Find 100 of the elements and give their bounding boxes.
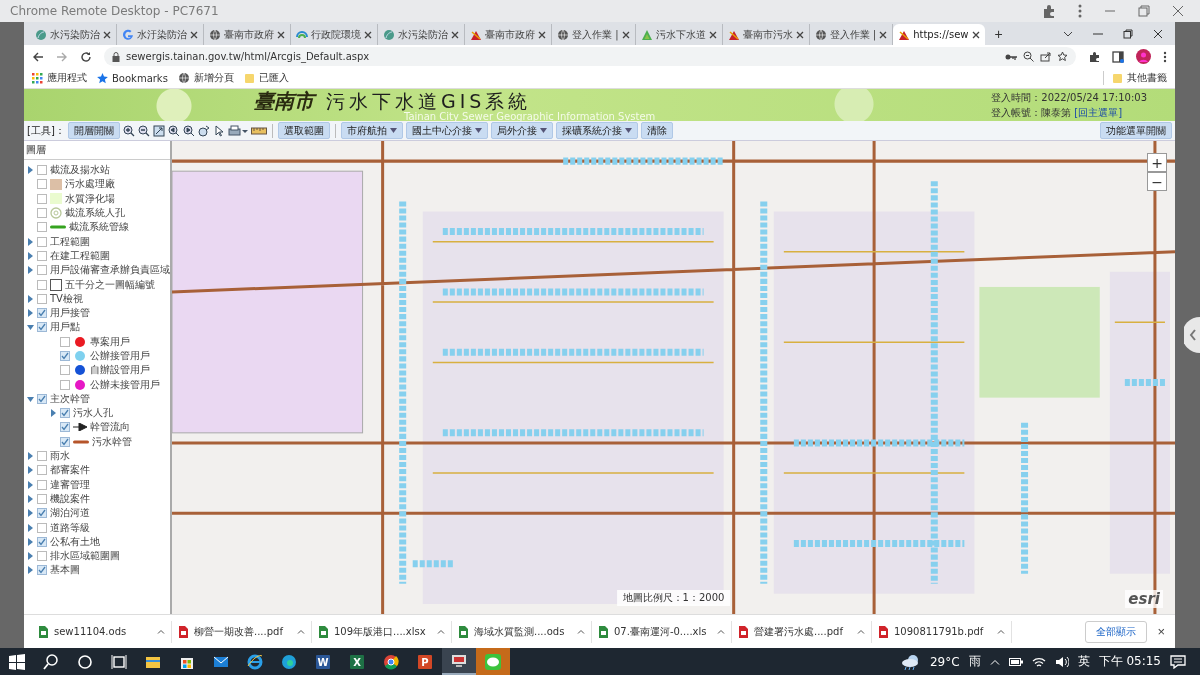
download-item[interactable]: 海域水質監測....ods	[452, 620, 592, 643]
checkbox[interactable]	[60, 351, 70, 361]
browser-tab[interactable]: 臺南市污水	[722, 24, 810, 45]
battery-icon[interactable]	[1008, 656, 1023, 667]
checkbox[interactable]	[37, 308, 47, 319]
show-all-button[interactable]: 全部顯示	[1085, 620, 1148, 643]
side-handle-icon[interactable]	[1184, 317, 1200, 353]
full-extent-icon[interactable]	[152, 124, 165, 137]
zoom-in-button[interactable]: +	[1147, 153, 1167, 172]
back-icon[interactable]	[32, 50, 44, 63]
expand-arrow-icon[interactable]	[27, 294, 34, 303]
expand-arrow-icon[interactable]	[27, 166, 34, 175]
pointer-icon[interactable]	[212, 124, 225, 137]
checkbox[interactable]	[37, 193, 47, 204]
close-icon[interactable]	[1153, 28, 1163, 39]
function-menu-button[interactable]: 功能選單開關	[1100, 122, 1172, 139]
checkbox[interactable]	[37, 565, 47, 576]
close-icon[interactable]	[103, 30, 111, 39]
new-tab-button[interactable]: +	[994, 25, 1003, 42]
printer-icon[interactable]	[227, 124, 248, 137]
address-bar[interactable]: sewergis.tainan.gov.tw/html/Arcgis_Default.aspx	[104, 47, 1076, 66]
dropdown-button[interactable]: 國土中心介接	[405, 122, 488, 139]
browser-tab[interactable]: https://sew	[893, 24, 985, 45]
forward-icon[interactable]	[56, 50, 68, 63]
checkbox[interactable]	[37, 508, 47, 519]
download-item[interactable]: 營建署污水處....pdf	[732, 620, 872, 643]
ruler-icon[interactable]	[250, 125, 267, 136]
puzzle-icon[interactable]	[1088, 50, 1100, 63]
chat-bubble-icon[interactable]	[485, 653, 501, 670]
bookmark[interactable]: 新增分頁	[177, 71, 234, 85]
checkbox[interactable]	[60, 408, 70, 419]
close-icon[interactable]	[1172, 5, 1184, 17]
windows-icon[interactable]	[9, 653, 25, 670]
dropdown-button[interactable]: 採礦系統介接	[555, 122, 638, 139]
bookmark[interactable]: 其他書籤	[1103, 71, 1167, 85]
close-icon[interactable]	[364, 30, 372, 39]
remote-desktop-icon[interactable]	[451, 652, 467, 669]
close-icon[interactable]	[879, 30, 888, 39]
zoom-out-icon[interactable]	[137, 124, 150, 137]
slides-icon[interactable]: P	[417, 653, 433, 670]
checkbox[interactable]	[37, 179, 47, 190]
sidebar-icon[interactable]	[1112, 50, 1124, 63]
bookmark[interactable]: 應用程式	[32, 71, 87, 85]
wifi-icon[interactable]	[1031, 655, 1046, 668]
browser-tab[interactable]: 行政院環境	[291, 24, 378, 45]
checkbox[interactable]	[60, 436, 70, 447]
expand-arrow-icon[interactable]	[27, 394, 34, 403]
close-icon[interactable]	[708, 30, 717, 39]
checkbox[interactable]	[37, 465, 47, 476]
select-area-button[interactable]: 選取範圍	[277, 122, 330, 139]
checkbox[interactable]	[60, 422, 70, 433]
clock[interactable]: 下午 05:15	[1098, 653, 1161, 670]
browser-tab[interactable]: 水污染防治	[378, 24, 465, 45]
share-icon[interactable]	[1040, 51, 1051, 62]
zoom-icon[interactable]	[1023, 51, 1034, 62]
zoom-back-icon[interactable]	[167, 124, 180, 137]
checkbox[interactable]	[37, 265, 47, 276]
main-menu-link[interactable]: [回主選單]	[1074, 105, 1123, 120]
expand-arrow-icon[interactable]	[27, 323, 34, 332]
puzzle-icon[interactable]	[1042, 4, 1056, 18]
checkbox[interactable]	[37, 451, 47, 462]
checkbox[interactable]	[37, 279, 47, 290]
spreadsheet-icon[interactable]: X	[349, 653, 365, 670]
circle-icon[interactable]	[77, 653, 93, 670]
download-item[interactable]: 柳營一期改善....pdf	[172, 620, 312, 643]
star-icon[interactable]	[1057, 51, 1068, 62]
dropdown-button[interactable]: 局外介接	[490, 122, 553, 139]
layer-toggle-button[interactable]: 開層開關	[67, 122, 120, 139]
download-item[interactable]: 109年版港口....xlsx	[312, 620, 452, 643]
input-method[interactable]: 英	[1077, 653, 1090, 670]
browser-tab[interactable]: 登入作業 |	[552, 24, 636, 45]
caret-icon[interactable]	[1063, 29, 1073, 38]
expand-arrow-icon[interactable]	[27, 494, 34, 503]
notification-icon[interactable]	[1170, 654, 1186, 669]
expand-arrow-icon[interactable]	[27, 480, 34, 489]
checkbox[interactable]	[37, 551, 47, 562]
browser-tab[interactable]: 水污染防治	[30, 24, 117, 45]
browser-icon[interactable]	[383, 653, 399, 670]
close-icon[interactable]	[190, 30, 198, 39]
clear-button[interactable]: 清除	[640, 122, 673, 139]
pan-icon[interactable]	[197, 124, 210, 137]
checkbox[interactable]	[37, 479, 47, 490]
zoom-forward-icon[interactable]	[182, 124, 195, 137]
document-icon[interactable]: W	[315, 653, 331, 670]
globe-e-icon[interactable]	[247, 653, 263, 670]
checkbox[interactable]	[60, 336, 70, 347]
download-item[interactable]: 07.臺南運河-0....xls	[592, 620, 732, 643]
close-icon[interactable]	[795, 30, 804, 39]
checkbox[interactable]	[37, 208, 47, 219]
expand-arrow-icon[interactable]	[27, 566, 34, 575]
task-view-icon[interactable]	[111, 653, 127, 670]
browser-tab[interactable]: 臺南市政府	[204, 24, 291, 45]
checkbox[interactable]	[37, 222, 47, 233]
close-button[interactable]: ×	[1157, 624, 1165, 639]
close-icon[interactable]	[538, 30, 546, 39]
checkbox[interactable]	[37, 493, 47, 504]
checkbox[interactable]	[37, 165, 47, 176]
reload-icon[interactable]	[80, 50, 92, 63]
checkbox[interactable]	[37, 236, 47, 247]
expand-arrow-icon[interactable]	[27, 552, 34, 561]
